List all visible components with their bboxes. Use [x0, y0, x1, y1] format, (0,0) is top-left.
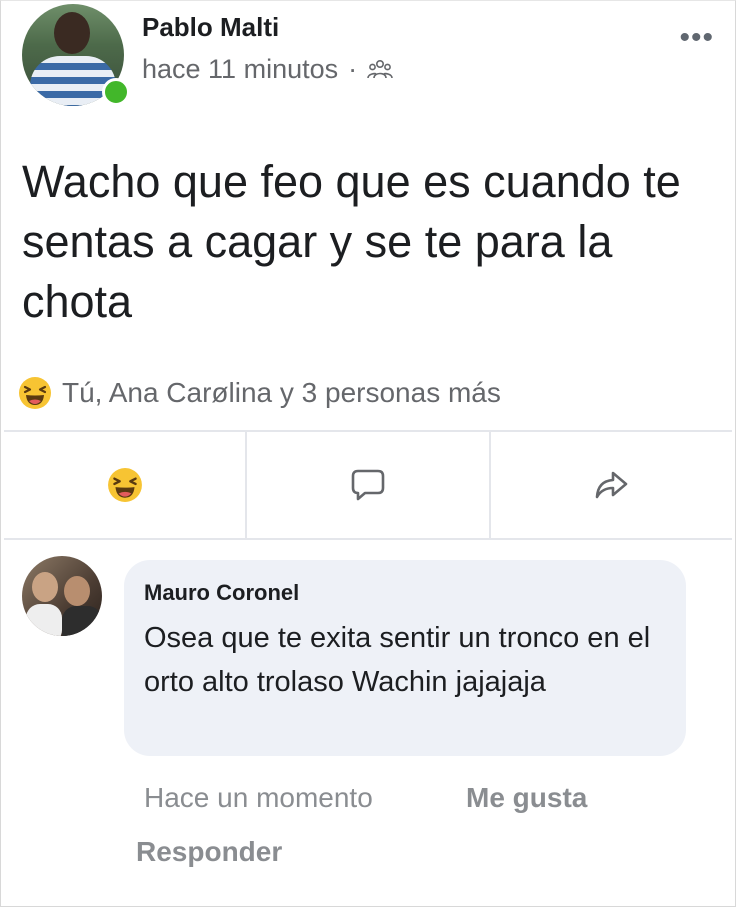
commenter-avatar[interactable]: [22, 556, 102, 636]
post-author-name[interactable]: Pablo Malti: [142, 12, 279, 43]
more-options-button[interactable]: •••: [679, 23, 714, 53]
online-status-dot: [102, 78, 130, 106]
avatar-figure-right: [62, 606, 102, 636]
reactions-summary-text: Tú, Ana Carølina y 3 personas más: [62, 377, 501, 408]
share-button[interactable]: [491, 432, 732, 538]
actions-bottom-divider: [4, 538, 732, 540]
avatar-face-right: [64, 576, 90, 606]
avatar-head: [54, 12, 90, 54]
comment-icon: [351, 469, 385, 501]
react-button[interactable]: [4, 432, 248, 538]
comment-button[interactable]: [247, 432, 491, 538]
friends-icon[interactable]: [367, 59, 393, 81]
post-timestamp[interactable]: hace 11 minutos: [142, 54, 338, 85]
reactions-summary[interactable]: Tú, Ana Carølina y 3 personas más: [18, 376, 501, 410]
haha-icon: [19, 377, 51, 409]
comment-like-button[interactable]: Me gusta: [466, 782, 587, 814]
comment-author-name[interactable]: Mauro Coronel: [144, 580, 299, 606]
avatar-figure-left: [26, 604, 62, 636]
comment-reply-button[interactable]: Responder: [136, 836, 282, 868]
meta-separator: ·: [348, 54, 358, 84]
comment-bubble: Mauro Coronel Osea que te exita sentir u…: [124, 560, 686, 756]
action-bar: [4, 432, 732, 538]
post-meta: hace 11 minutos ·: [142, 54, 393, 85]
share-icon: [596, 471, 628, 499]
comment-text: Osea que te exita sentir un tronco en el…: [144, 622, 651, 698]
avatar-face-left: [32, 572, 58, 602]
haha-icon: [107, 468, 142, 502]
post-text: Wacho que feo que es cuando te sentas a …: [22, 156, 681, 327]
comment-timestamp[interactable]: Hace un momento: [144, 782, 373, 814]
